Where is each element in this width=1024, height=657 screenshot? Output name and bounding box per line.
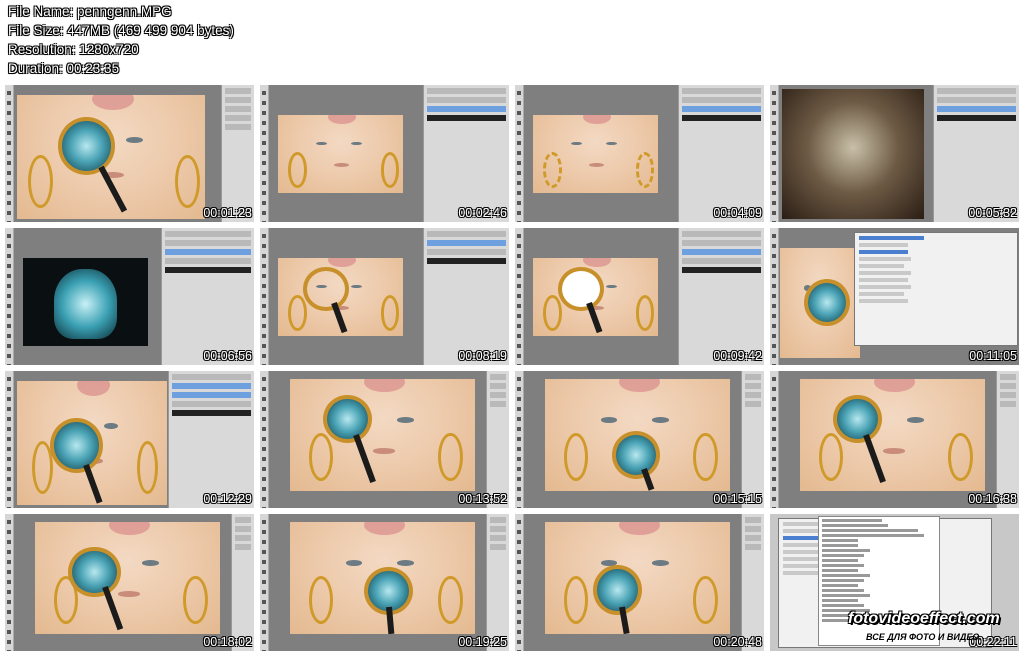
timestamp: 00:01:23 (203, 206, 252, 220)
timestamp: 00:06:56 (203, 349, 252, 363)
thumbnail[interactable]: 00:15:15 (515, 371, 764, 508)
toolbar (515, 85, 524, 222)
toolbar (770, 371, 779, 508)
timestamp: 00:15:15 (713, 492, 762, 506)
panels (231, 514, 254, 651)
thumbnail[interactable]: 00:09:42 (515, 228, 764, 365)
panels (486, 371, 509, 508)
thumbnail[interactable]: 00:06:56 (5, 228, 254, 365)
thumbnail[interactable]: 00:08:19 (260, 228, 509, 365)
thumbnail[interactable]: 00:02:46 (260, 85, 509, 222)
layers-panel (678, 85, 764, 222)
toolbar (770, 85, 779, 222)
thumbnail[interactable]: 00:04:09 (515, 85, 764, 222)
timestamp: 00:09:42 (713, 349, 762, 363)
photo-canvas (800, 379, 985, 491)
thumbnail[interactable]: 00:11:05 (770, 228, 1019, 365)
thumbnail[interactable]: 00:13:52 (260, 371, 509, 508)
photo-canvas (17, 381, 167, 505)
photo-canvas (290, 379, 475, 491)
panels (996, 371, 1019, 508)
magnifier-icon (558, 267, 604, 312)
magnifier-icon (833, 394, 882, 443)
photo-canvas (278, 258, 403, 336)
panels (221, 85, 254, 222)
toolbar (515, 371, 524, 508)
photo-canvas (545, 522, 730, 634)
magnifier-icon (303, 267, 349, 312)
photo-canvas (780, 248, 860, 358)
file-name: File Name: penngenn.MPG (8, 4, 172, 19)
toolbar (515, 514, 524, 651)
photo-canvas (23, 258, 148, 346)
magnifier-icon (50, 418, 103, 474)
layers-panel (933, 85, 1019, 222)
layers-panel (168, 371, 254, 508)
magnifier-icon (611, 430, 661, 479)
timestamp: 00:16:38 (968, 492, 1017, 506)
layers-panel (423, 228, 509, 365)
photo-canvas (278, 115, 403, 193)
toolbar (260, 228, 269, 365)
toolbar (260, 514, 269, 651)
timestamp: 00:13:52 (458, 492, 507, 506)
timestamp: 00:04:09 (713, 206, 762, 220)
resolution: Resolution: 1280x720 (8, 42, 139, 57)
photo-canvas (545, 379, 730, 491)
photo-canvas (782, 89, 924, 219)
layer-style-dialog[interactable] (854, 232, 1018, 346)
duration: Duration: 00:23:35 (8, 61, 120, 76)
toolbar (5, 228, 14, 365)
magnifier-icon (68, 546, 121, 598)
timestamp: 00:05:32 (968, 206, 1017, 220)
timestamp: 00:02:46 (458, 206, 507, 220)
panels (741, 371, 764, 508)
photo-canvas (35, 522, 220, 634)
timestamp: 00:20:48 (713, 635, 762, 649)
toolbar (5, 85, 14, 222)
layers-panel (161, 228, 254, 365)
layers-panel (423, 85, 509, 222)
watermark-tagline: ВСЕ ДЛЯ ФОТО И ВИДЕО (866, 632, 980, 642)
toolbar (770, 228, 779, 365)
photo-canvas (17, 95, 205, 219)
magnifier-icon (323, 394, 372, 443)
magnifier-icon (58, 117, 116, 175)
thumbnail[interactable]: 00:01:23 (5, 85, 254, 222)
panels (486, 514, 509, 651)
photo-canvas (533, 115, 658, 193)
layers-panel (678, 228, 764, 365)
timestamp: 00:08:19 (458, 349, 507, 363)
toolbar (515, 228, 524, 365)
thumbnail[interactable]: 00:12:29 (5, 371, 254, 508)
thumbnail[interactable]: 00:18:02 (5, 514, 254, 651)
toolbar (260, 85, 269, 222)
toolbar (5, 371, 14, 508)
thumbnail[interactable]: 00:19:25 (260, 514, 509, 651)
photo-canvas (290, 522, 475, 634)
thumbnail[interactable]: 00:22:11 (770, 514, 1019, 651)
toolbar (260, 371, 269, 508)
timestamp: 00:19:25 (458, 635, 507, 649)
timestamp: 00:12:29 (203, 492, 252, 506)
magnifier-icon (593, 564, 642, 616)
file-size: File Size: 447MB (469 499 904 bytes) (8, 23, 234, 38)
thumbnail[interactable]: 00:05:32 (770, 85, 1019, 222)
thumbnail[interactable]: 00:20:48 (515, 514, 764, 651)
panels (741, 514, 764, 651)
timestamp: 00:18:02 (203, 635, 252, 649)
thumbnail[interactable]: 00:16:38 (770, 371, 1019, 508)
watermark-site: fotovideoeffect.com (848, 610, 1000, 627)
toolbar (5, 514, 14, 651)
timestamp: 00:11:05 (969, 349, 1017, 363)
file-info-header: File Name: penngenn.MPG File Size: 447MB… (8, 2, 234, 78)
magnifier-icon (804, 278, 851, 327)
thumbnail-grid: 00:01:23 00:02:46 00:04:09 00:05:32 00:0… (5, 85, 1019, 651)
photo-canvas (533, 258, 658, 336)
